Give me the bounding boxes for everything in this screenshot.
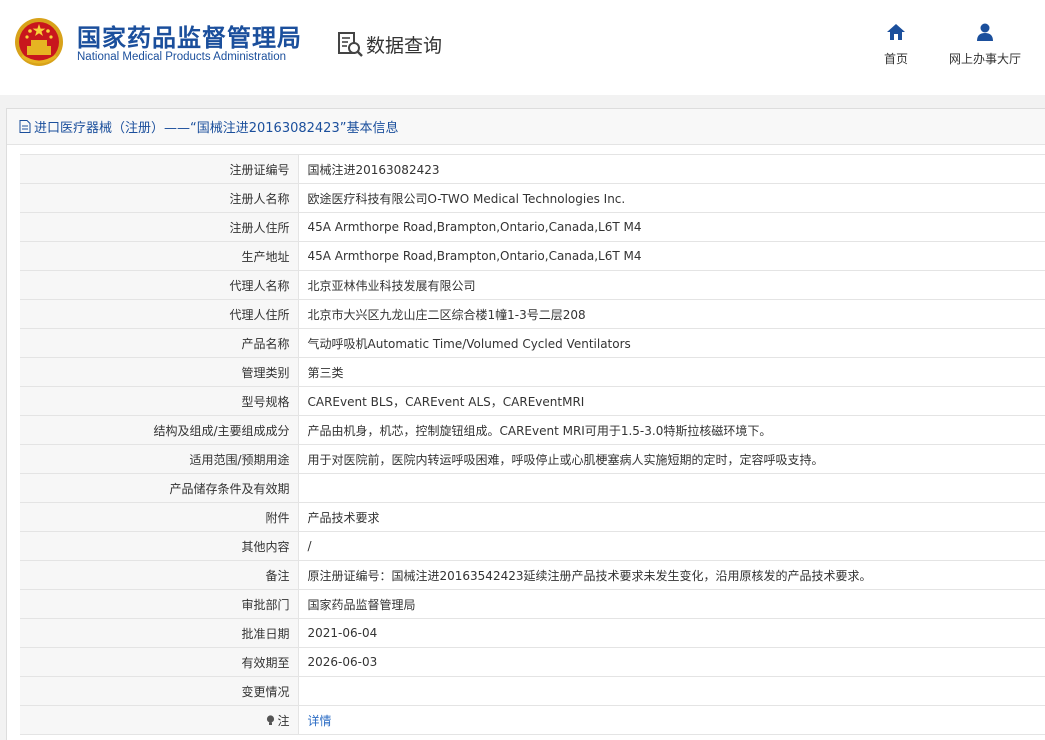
- field-label: 代理人名称: [20, 270, 299, 300]
- nav-home-label: 首页: [883, 52, 908, 66]
- table-row: 管理类别 第三类: [20, 357, 1045, 387]
- note-label-cell: 注: [20, 705, 299, 735]
- data-query-label: 数据查询: [366, 34, 443, 57]
- table-row: 审批部门 国家药品监督管理局: [20, 589, 1045, 619]
- field-label: 型号规格: [20, 386, 299, 416]
- field-value: 45A Armthorpe Road,Brampton,Ontario,Cana…: [298, 241, 1045, 271]
- table-row: 备注 原注册证编号：国械注进20163542423延续注册产品技术要求未发生变化，…: [20, 560, 1045, 590]
- table-row: 代理人名称 北京亚林伟业科技发展有限公司: [20, 270, 1045, 300]
- field-label: 变更情况: [20, 676, 299, 706]
- field-value: /: [298, 531, 1045, 561]
- field-label: 生产地址: [20, 241, 299, 271]
- field-value: 北京亚林伟业科技发展有限公司: [298, 270, 1045, 300]
- table-row: 变更情况: [20, 676, 1045, 706]
- field-value: 国械注进20163082423: [298, 154, 1045, 184]
- nav-online-hall-label: 网上办事大厅: [948, 52, 1021, 66]
- table-row: 注册人住所 45A Armthorpe Road,Brampton,Ontario…: [20, 212, 1045, 242]
- table-row: 产品名称 气动呼吸机Automatic Time/Volumed Cycled V…: [20, 328, 1045, 358]
- table-row: 适用范围/预期用途 用于对医院前，医院内转运呼吸困难，呼吸停止或心肌梗塞病人实施短…: [20, 444, 1045, 474]
- field-label: 注册人名称: [20, 183, 299, 213]
- table-row: 其他内容 /: [20, 531, 1045, 561]
- field-label: 备注: [20, 560, 299, 590]
- search-document-icon: [338, 32, 363, 57]
- table-row: 有效期至 2026-06-03: [20, 647, 1045, 677]
- field-label: 有效期至: [20, 647, 299, 677]
- bulb-icon: [267, 714, 275, 725]
- field-label: 适用范围/预期用途: [20, 444, 299, 474]
- field-label: 管理类别: [20, 357, 299, 387]
- panel-title-bar: 进口医疗器械（注册）——“国械注进20163082423”基本信息: [7, 109, 1045, 145]
- details-link[interactable]: 详情: [308, 714, 332, 728]
- field-value: [298, 676, 1045, 706]
- field-value: 2021-06-04: [298, 618, 1045, 648]
- field-value: 气动呼吸机Automatic Time/Volumed Cycled Venti…: [298, 328, 1045, 358]
- field-value: 欧途医疗科技有限公司O-TWO Medical Technologies Inc…: [298, 183, 1045, 213]
- table-row: 注册人名称 欧途医疗科技有限公司O-TWO Medical Technologie…: [20, 183, 1045, 213]
- field-label: 附件: [20, 502, 299, 532]
- nav-home[interactable]: 首页: [876, 22, 916, 67]
- site-title-en: National Medical Products Administration: [77, 51, 287, 63]
- field-value: 产品由机身，机芯，控制旋钮组成。CAREvent MRI可用于1.5-3.0特斯…: [298, 415, 1045, 445]
- field-label: 代理人住所: [20, 299, 299, 329]
- user-icon: [977, 23, 993, 41]
- national-emblem-icon: [15, 18, 63, 66]
- table-row: 结构及组成/主要组成成分 产品由机身，机芯，控制旋钮组成。CAREvent MRI…: [20, 415, 1045, 445]
- table-row: 型号规格 CAREvent BLS，CAREvent ALS，CAREventMR…: [20, 386, 1045, 416]
- field-value: 产品技术要求: [298, 502, 1045, 532]
- field-value: 45A Armthorpe Road,Brampton,Ontario,Cana…: [298, 212, 1045, 242]
- field-label: 结构及组成/主要组成成分: [20, 415, 299, 445]
- field-value: 用于对医院前，医院内转运呼吸困难，呼吸停止或心肌梗塞病人实施短期的定时，定容呼吸…: [298, 444, 1045, 474]
- document-icon: [19, 120, 31, 133]
- field-label: 产品名称: [20, 328, 299, 358]
- panel-title: 进口医疗器械（注册）——“国械注进20163082423”基本信息: [34, 121, 399, 136]
- field-label: 注册证编号: [20, 154, 299, 184]
- table-row: 附件 产品技术要求: [20, 502, 1045, 532]
- field-value: 北京市大兴区九龙山庄二区综合楼1幢1-3号二层208: [298, 299, 1045, 329]
- table-row: 生产地址 45A Armthorpe Road,Brampton,Ontario,…: [20, 241, 1045, 271]
- home-icon: [887, 24, 905, 40]
- field-value: 国家药品监督管理局: [298, 589, 1045, 619]
- table-row: 注册证编号 国械注进20163082423: [20, 154, 1045, 184]
- info-table: 注册证编号 国械注进20163082423 注册人名称 欧途医疗科技有限公司O-TWO…: [20, 154, 1045, 735]
- nav-online-hall[interactable]: 网上办事大厅: [944, 22, 1026, 67]
- note-label: 注: [277, 713, 290, 728]
- detail-panel: 进口医疗器械（注册）——“国械注进20163082423”基本信息 注册证编号国…: [6, 108, 1045, 740]
- field-label: 审批部门: [20, 589, 299, 619]
- field-value: 原注册证编号：国械注进20163542423延续注册产品技术要求未发生变化，沿用…: [298, 560, 1045, 590]
- table-row-note: 注 详情: [20, 705, 1045, 735]
- field-label: 批准日期: [20, 618, 299, 648]
- field-value: 第三类: [298, 357, 1045, 387]
- field-label: 注册人住所: [20, 212, 299, 242]
- field-label: 产品储存条件及有效期: [20, 473, 299, 503]
- data-query-link[interactable]: 数据查询: [336, 30, 442, 58]
- field-label: 其他内容: [20, 531, 299, 561]
- table-row: 产品储存条件及有效期: [20, 473, 1045, 503]
- field-value: CAREvent BLS，CAREvent ALS，CAREventMRI: [298, 386, 1045, 416]
- field-value: 2026-06-03: [298, 647, 1045, 677]
- site-header: 国家药品监督管理局 National Medical Products Admi…: [0, 0, 1045, 95]
- note-value-cell: 详情: [298, 705, 1045, 735]
- table-row: 批准日期 2021-06-04: [20, 618, 1045, 648]
- field-value: [298, 473, 1045, 503]
- table-row: 代理人住所 北京市大兴区九龙山庄二区综合楼1幢1-3号二层208: [20, 299, 1045, 329]
- site-title-cn: 国家药品监督管理局: [77, 24, 302, 52]
